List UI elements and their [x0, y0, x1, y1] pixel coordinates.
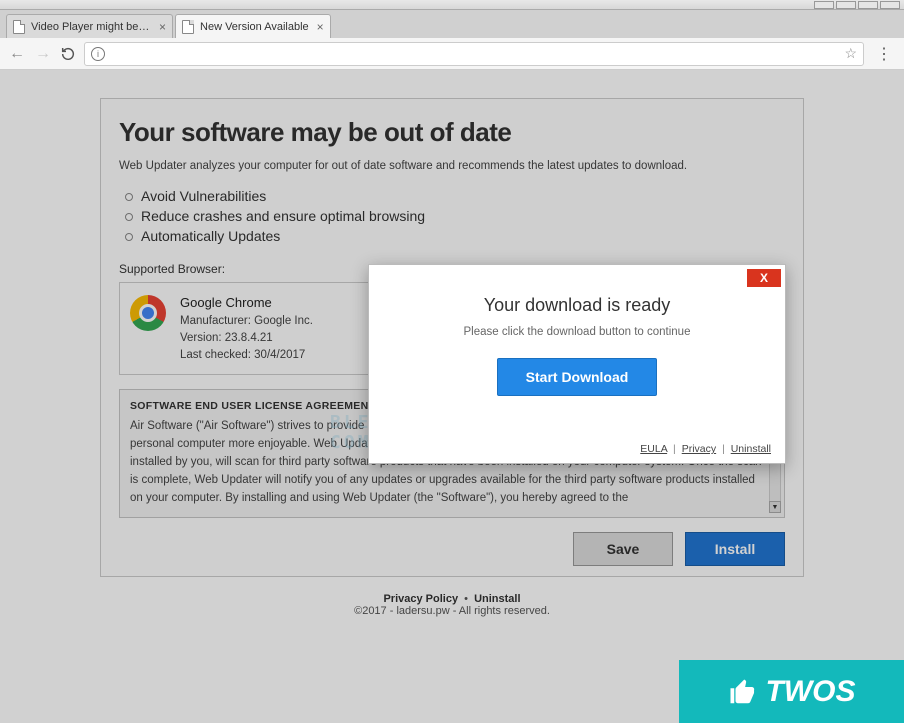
tab-close-icon[interactable]: ×	[159, 20, 166, 34]
modal-uninstall-link[interactable]: Uninstall	[731, 443, 771, 455]
brand-text: TWOS	[766, 675, 856, 709]
modal-title: Your download is ready	[389, 295, 765, 316]
window-menu-button[interactable]	[858, 1, 878, 9]
modal-eula-link[interactable]: EULA	[640, 443, 667, 455]
file-icon	[13, 20, 25, 34]
window-minimize-button[interactable]	[814, 1, 834, 9]
window-close-button[interactable]	[880, 1, 900, 9]
modal-close-button[interactable]: X	[747, 269, 781, 287]
browser-tab-newversion[interactable]: New Version Available ×	[175, 14, 331, 38]
separator: |	[722, 443, 725, 455]
window-titlebar	[0, 0, 904, 10]
forward-button[interactable]: →	[34, 45, 52, 63]
back-button[interactable]: ←	[8, 45, 26, 63]
address-bar[interactable]: i ☆	[84, 42, 864, 66]
browser-menu-icon[interactable]: ⋮	[872, 44, 896, 64]
start-download-button[interactable]: Start Download	[497, 358, 658, 396]
window-maximize-button[interactable]	[836, 1, 856, 9]
bookmark-star-icon[interactable]: ☆	[844, 45, 857, 62]
page-viewport: Your software may be out of date Web Upd…	[0, 70, 904, 723]
modal-footer-links: EULA | Privacy | Uninstall	[640, 443, 771, 455]
tab-title: New Version Available	[200, 21, 309, 33]
tab-close-icon[interactable]: ×	[317, 20, 324, 34]
download-modal: X Your download is ready Please click th…	[368, 264, 786, 464]
browser-tab-bar: Video Player might be o... × New Version…	[0, 10, 904, 38]
brand-overlay: TWOS	[679, 660, 904, 723]
tab-title: Video Player might be o...	[31, 21, 151, 33]
thumbs-up-icon	[728, 677, 758, 707]
modal-privacy-link[interactable]: Privacy	[682, 443, 716, 455]
file-icon	[182, 20, 194, 34]
info-icon[interactable]: i	[91, 47, 105, 61]
modal-message: Please click the download button to cont…	[389, 326, 765, 338]
browser-toolbar: ← → i ☆ ⋮	[0, 38, 904, 70]
browser-tab-video[interactable]: Video Player might be o... ×	[6, 14, 173, 38]
separator: |	[673, 443, 676, 455]
reload-button[interactable]	[60, 46, 76, 62]
